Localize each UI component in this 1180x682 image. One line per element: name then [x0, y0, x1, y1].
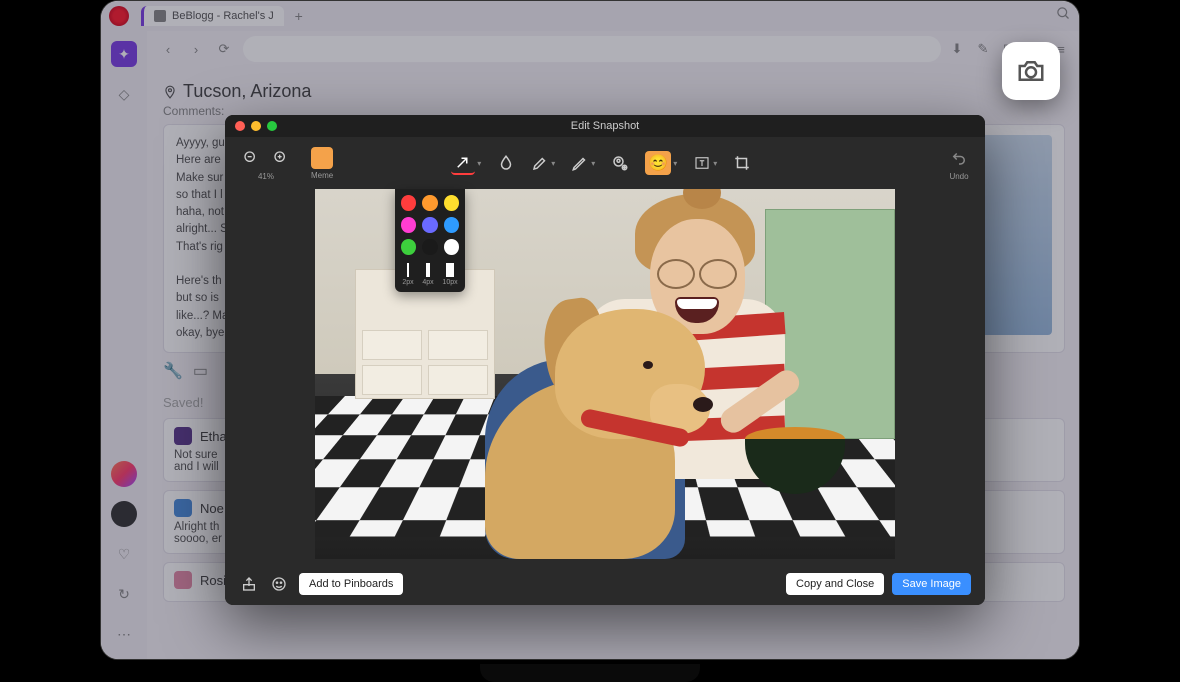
copy-and-close-button[interactable]: Copy and Close: [786, 573, 884, 595]
color-swatch-orange[interactable]: [422, 195, 437, 211]
share-icon[interactable]: [239, 574, 259, 594]
caret-icon: ▾: [477, 159, 481, 168]
caret-icon: ▾: [591, 159, 595, 168]
undo-label: Undo: [949, 172, 968, 181]
caret-icon: ▾: [713, 159, 717, 168]
blur-tool[interactable]: [497, 154, 515, 172]
meme-group[interactable]: Meme: [311, 147, 333, 180]
color-swatch-magenta[interactable]: [401, 217, 416, 233]
emoji-icon[interactable]: [269, 574, 289, 594]
zoom-group: 41%: [239, 146, 293, 181]
zoom-out-icon[interactable]: [239, 146, 263, 170]
sticker-tool[interactable]: 😊 ▾: [645, 151, 677, 175]
zoom-in-icon[interactable]: [269, 146, 293, 170]
highlighter-tool[interactable]: ▾: [531, 154, 555, 172]
color-swatch-blue[interactable]: [444, 217, 459, 233]
color-picker-popup: 2px 4px 10px: [395, 189, 465, 292]
canvas-area: 2px 4px 10px: [225, 189, 985, 563]
zoom-label: 41%: [258, 172, 274, 181]
color-swatch-red[interactable]: [401, 195, 416, 211]
thickness-10px[interactable]: 10px: [442, 263, 457, 286]
add-to-pinboards-button[interactable]: Add to Pinboards: [299, 573, 403, 595]
pencil-tool[interactable]: ▾: [571, 154, 595, 172]
text-icon: [693, 154, 711, 172]
color-swatch-white[interactable]: [444, 239, 459, 255]
window-close-button[interactable]: [235, 121, 245, 131]
window-maximize-button[interactable]: [267, 121, 277, 131]
snapshot-editor-modal: Edit Snapshot 41% Meme ▾ ▾: [225, 115, 985, 605]
save-image-button[interactable]: Save Image: [892, 573, 971, 595]
thickness-2px[interactable]: 2px: [402, 263, 413, 286]
window-minimize-button[interactable]: [251, 121, 261, 131]
thickness-4px[interactable]: 4px: [422, 263, 433, 286]
crop-tool[interactable]: [733, 154, 751, 172]
modal-titlebar: Edit Snapshot: [225, 115, 985, 137]
floating-snapshot-button[interactable]: [1002, 42, 1060, 100]
toolbar-tools: ▾ ▾ ▾ 😊 ▾ ▾: [451, 151, 751, 175]
meme-label: Meme: [311, 171, 333, 180]
modal-footer: Add to Pinboards Copy and Close Save Ima…: [225, 563, 985, 605]
modal-toolbar: 41% Meme ▾ ▾ ▾: [225, 137, 985, 189]
caret-icon: ▾: [551, 159, 555, 168]
crop-icon: [733, 154, 751, 172]
undo-group[interactable]: Undo: [947, 146, 971, 181]
selfie-icon: [611, 154, 629, 172]
undo-icon: [947, 146, 971, 170]
blur-icon: [497, 154, 515, 172]
sticker-icon: 😊: [645, 151, 671, 175]
modal-title: Edit Snapshot: [225, 120, 985, 132]
arrow-icon: [451, 151, 475, 175]
pencil-icon: [571, 154, 589, 172]
text-tool[interactable]: ▾: [693, 154, 717, 172]
meme-icon: [311, 147, 333, 169]
color-swatch-purple[interactable]: [422, 217, 437, 233]
camera-icon: [1016, 56, 1046, 86]
selfie-tool[interactable]: [611, 154, 629, 172]
laptop-base: [480, 664, 700, 682]
highlighter-icon: [531, 154, 549, 172]
color-swatch-green[interactable]: [401, 239, 416, 255]
caret-icon: ▾: [673, 159, 677, 168]
color-swatch-yellow[interactable]: [444, 195, 459, 211]
arrow-tool[interactable]: ▾: [451, 151, 481, 175]
color-swatch-black[interactable]: [422, 239, 437, 255]
